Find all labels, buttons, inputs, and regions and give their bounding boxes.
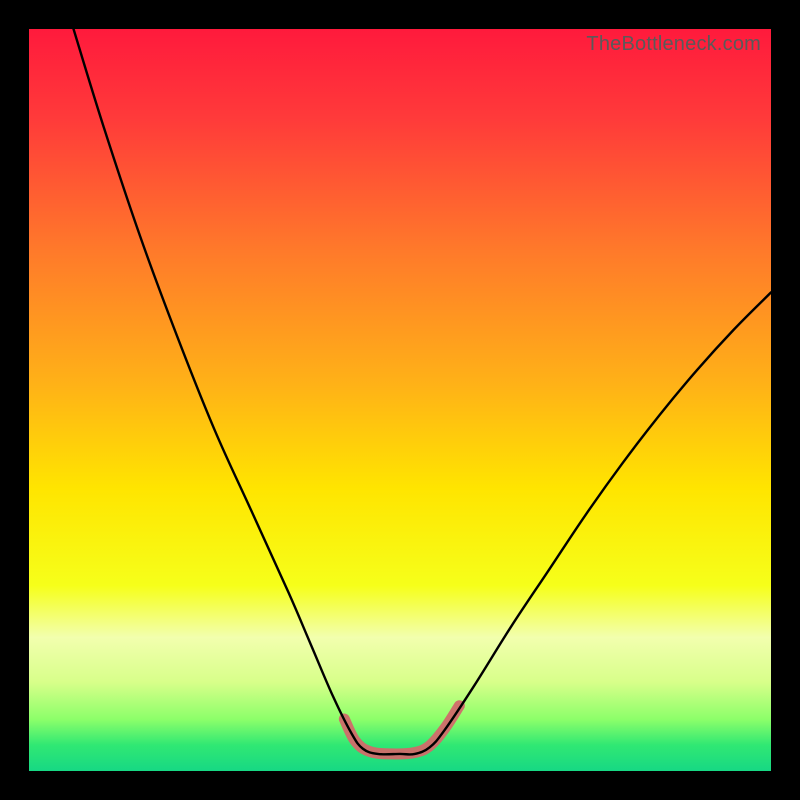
gradient-background [29, 29, 771, 771]
plot-area: TheBottleneck.com [29, 29, 771, 771]
watermark-text: TheBottleneck.com [586, 33, 761, 56]
chart-frame: TheBottleneck.com [0, 0, 800, 800]
bottleneck-chart [29, 29, 771, 771]
